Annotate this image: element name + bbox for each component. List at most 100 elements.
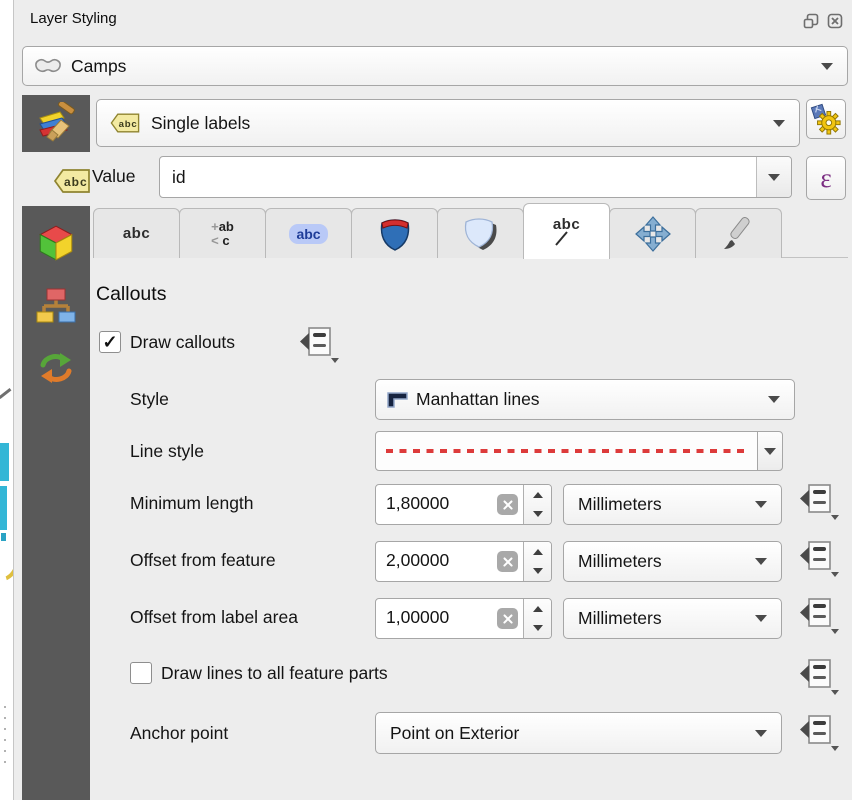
callouts-heading: Callouts bbox=[96, 283, 166, 306]
unit-value: Millimeters bbox=[578, 608, 662, 629]
value-label: Value bbox=[92, 166, 135, 187]
tab-rendering[interactable] bbox=[695, 208, 782, 258]
data-defined-override-button[interactable] bbox=[798, 713, 840, 751]
tab-background[interactable] bbox=[351, 208, 438, 258]
spin-up-icon bbox=[533, 606, 543, 612]
shield-background-icon bbox=[376, 215, 414, 253]
offset-from-label-area-spinbox[interactable]: 1,00000 bbox=[375, 598, 552, 639]
svg-text:abc: abc bbox=[64, 175, 88, 189]
spinner[interactable] bbox=[523, 542, 551, 581]
spinner[interactable] bbox=[523, 599, 551, 638]
map-feature-fragment bbox=[0, 388, 11, 399]
anchor-point-value: Point on Exterior bbox=[390, 723, 519, 744]
polygon-layer-icon bbox=[33, 56, 63, 76]
paintbrush-icon bbox=[34, 102, 78, 146]
offset-from-label-area-value: 1,00000 bbox=[376, 599, 497, 638]
close-icon bbox=[826, 12, 844, 30]
value-field-text: id bbox=[172, 167, 186, 188]
map-feature-fragment bbox=[0, 486, 7, 530]
label-method-value: Single labels bbox=[151, 113, 250, 134]
spin-down-icon bbox=[533, 568, 543, 574]
data-defined-override-button[interactable] bbox=[298, 325, 340, 363]
data-defined-override-button[interactable] bbox=[798, 657, 840, 695]
value-field-combo[interactable]: id bbox=[159, 156, 792, 198]
map-feature-fragment bbox=[1, 533, 6, 541]
automated-placement-settings-button[interactable] bbox=[806, 99, 846, 139]
sidebar-item-labels[interactable]: abc bbox=[52, 166, 92, 196]
map-feature-fragment bbox=[0, 443, 9, 481]
cube-3d-icon bbox=[35, 222, 77, 264]
float-icon bbox=[802, 12, 820, 30]
data-defined-override-button[interactable] bbox=[798, 596, 840, 634]
unit-value: Millimeters bbox=[578, 551, 662, 572]
abc-tag-icon: abc bbox=[109, 111, 141, 135]
tab-text[interactable]: abc bbox=[93, 208, 180, 258]
draw-lines-all-parts-checkbox[interactable] bbox=[130, 662, 152, 684]
offset-from-label-area-label: Offset from label area bbox=[130, 607, 298, 628]
draw-callouts-label: Draw callouts bbox=[130, 332, 235, 353]
line-style-dropdown-button[interactable] bbox=[757, 431, 783, 471]
minimum-length-spinbox[interactable]: 1,80000 bbox=[375, 484, 552, 525]
manhattan-lines-icon bbox=[386, 391, 410, 409]
clear-value-button[interactable] bbox=[497, 551, 518, 572]
anchor-point-combo[interactable]: Point on Exterior bbox=[375, 712, 782, 754]
minimum-length-unit-combo[interactable]: Millimeters bbox=[563, 484, 782, 525]
checkmark: ✓ bbox=[102, 332, 117, 353]
line-style-preview-button[interactable] bbox=[375, 431, 758, 471]
sidebar-item-3d-view[interactable] bbox=[35, 222, 77, 264]
chevron-down-icon bbox=[764, 448, 776, 455]
unit-value: Millimeters bbox=[578, 494, 662, 515]
clear-value-button[interactable] bbox=[497, 608, 518, 629]
render-brush-icon bbox=[721, 216, 757, 252]
chevron-down-icon bbox=[755, 615, 767, 622]
chevron-down-icon bbox=[821, 63, 833, 70]
tab-formatting[interactable]: +ab < c bbox=[179, 208, 266, 258]
style-label: Style bbox=[130, 389, 169, 410]
expression-builder-button[interactable]: ε bbox=[806, 156, 846, 200]
diagram-icon bbox=[35, 286, 77, 326]
line-style-label: Line style bbox=[130, 441, 204, 462]
anchor-point-label: Anchor point bbox=[130, 723, 228, 744]
tab-shadow[interactable] bbox=[437, 208, 524, 258]
spinner[interactable] bbox=[523, 485, 551, 524]
panel-title: Layer Styling bbox=[30, 10, 117, 27]
callout-line-icon bbox=[553, 231, 571, 246]
tab-callouts[interactable]: abc bbox=[523, 203, 610, 259]
sidebar-item-history[interactable] bbox=[35, 348, 77, 388]
tab-text-label: abc bbox=[123, 225, 150, 242]
tab-buffer[interactable]: abc bbox=[265, 208, 352, 258]
sidebar-item-diagrams[interactable] bbox=[35, 286, 77, 326]
draw-lines-all-parts-label: Draw lines to all feature parts bbox=[161, 663, 388, 684]
spin-down-icon bbox=[533, 511, 543, 517]
spin-up-icon bbox=[533, 549, 543, 555]
panel-resize-handle[interactable] bbox=[4, 706, 6, 763]
move-arrows-icon bbox=[635, 216, 671, 252]
data-defined-override-button[interactable] bbox=[798, 482, 840, 520]
chevron-down-icon bbox=[768, 396, 780, 403]
tab-placement[interactable] bbox=[609, 208, 696, 258]
label-method-combo[interactable]: abc Single labels bbox=[96, 99, 800, 147]
chevron-down-icon bbox=[755, 501, 767, 508]
tab-buffer-label: abc bbox=[289, 224, 327, 244]
callout-style-combo[interactable]: Manhattan lines bbox=[375, 379, 795, 420]
combo-arrow-segment[interactable] bbox=[756, 157, 791, 197]
layer-selector-combo[interactable]: Camps bbox=[22, 46, 848, 86]
offset-from-feature-spinbox[interactable]: 2,00000 bbox=[375, 541, 552, 582]
clear-value-button[interactable] bbox=[497, 494, 518, 515]
offset-from-feature-value: 2,00000 bbox=[376, 542, 497, 581]
chevron-down-icon bbox=[755, 730, 767, 737]
svg-text:abc: abc bbox=[119, 119, 138, 130]
sidebar-item-symbology[interactable] bbox=[22, 95, 90, 152]
draw-callouts-checkbox[interactable]: ✓ bbox=[99, 331, 121, 353]
float-panel-button[interactable] bbox=[802, 12, 820, 30]
offset-from-label-area-unit-combo[interactable]: Millimeters bbox=[563, 598, 782, 639]
tab-formatting-label: +ab < c bbox=[211, 220, 234, 248]
close-panel-button[interactable] bbox=[826, 12, 844, 30]
history-arrows-icon bbox=[35, 348, 77, 388]
tab-callouts-label: abc bbox=[553, 218, 581, 246]
data-defined-override-button[interactable] bbox=[798, 539, 840, 577]
map-canvas-sliver bbox=[0, 0, 14, 800]
offset-from-feature-label: Offset from feature bbox=[130, 550, 276, 571]
offset-from-feature-unit-combo[interactable]: Millimeters bbox=[563, 541, 782, 582]
minimum-length-value: 1,80000 bbox=[376, 485, 497, 524]
